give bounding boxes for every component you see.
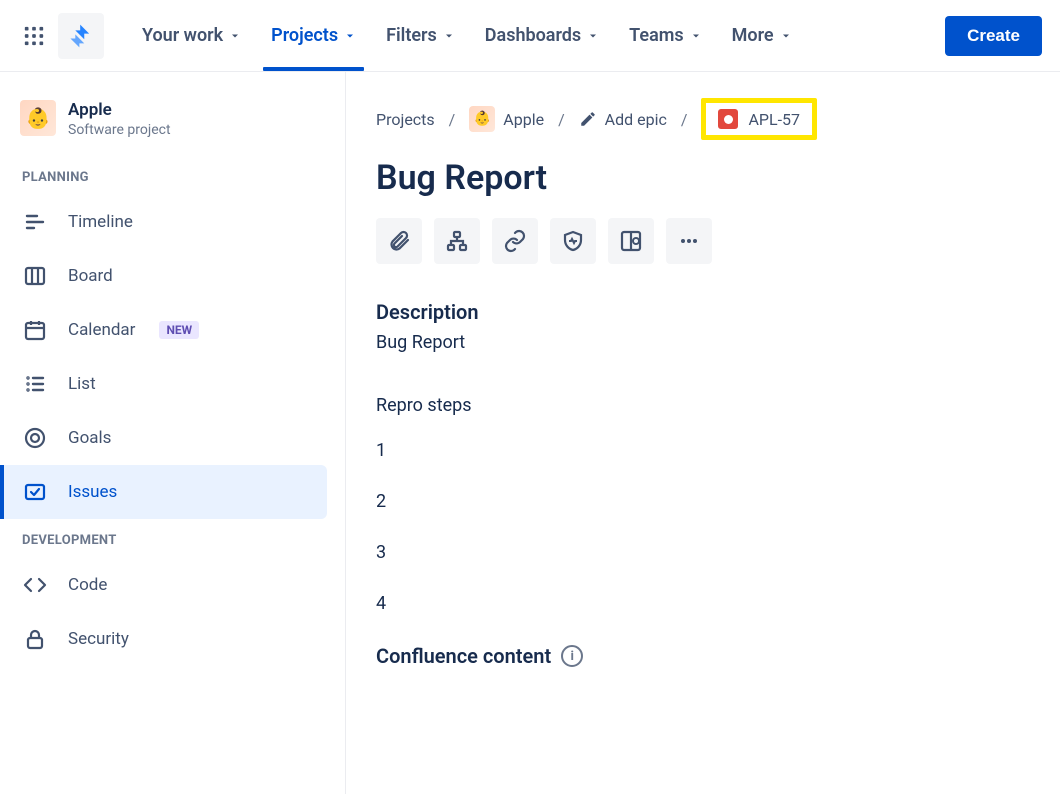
nav-label: Filters [386,25,437,46]
sidebar-item-label: Goals [68,428,111,448]
list-icon [22,371,48,397]
goals-icon [22,425,48,451]
sidebar-item-label: Issues [68,482,117,502]
lock-icon [22,626,48,652]
app-switcher[interactable] [18,20,50,52]
description-text[interactable]: Bug Report [376,332,1030,353]
project-name: Apple [68,100,171,120]
nav-label: More [732,25,774,46]
sidebar-item-board[interactable]: Board [0,249,345,303]
nav-dashboards[interactable]: Dashboards [485,17,599,54]
issue-title[interactable]: Bug Report [376,158,1030,198]
nav-teams[interactable]: Teams [629,17,702,54]
issues-icon [22,479,48,505]
chevron-down-icon [229,30,241,42]
project-subtitle: Software project [68,122,171,138]
sidebar: 👶 Apple Software project PLANNING Timeli… [0,72,346,794]
description-heading: Description [376,300,1030,324]
board-icon [22,263,48,289]
nav-projects[interactable]: Projects [271,17,356,54]
repro-step[interactable]: 2 [376,491,1030,512]
chevron-down-icon [443,30,455,42]
new-badge: NEW [159,321,199,339]
breadcrumb-add-epic-label: Add epic [605,110,667,129]
chevron-down-icon [344,30,356,42]
project-avatar: 👶 [20,100,56,136]
shapes-icon [619,229,643,253]
product-logo[interactable] [58,13,104,59]
breadcrumb-sep: / [681,110,688,129]
attachment-icon [387,229,411,253]
project-header[interactable]: 👶 Apple Software project [0,100,345,156]
issue-content: Projects / 👶 Apple / Add epic / APL-57 B… [346,72,1060,794]
jira-icon [68,23,94,49]
nav-label: Projects [271,25,338,46]
hierarchy-icon [445,229,469,253]
issue-actions [376,218,1030,264]
design-action-button[interactable] [608,218,654,264]
more-actions-button[interactable] [666,218,712,264]
breadcrumb-add-epic[interactable]: Add epic [579,110,667,129]
section-planning: PLANNING [0,156,345,195]
link-icon [503,229,527,253]
sidebar-item-label: List [68,374,96,394]
chevron-down-icon [587,30,599,42]
chevron-down-icon [780,30,792,42]
section-development: DEVELOPMENT [0,519,345,558]
sidebar-item-list[interactable]: List [0,357,345,411]
breadcrumbs: Projects / 👶 Apple / Add epic / APL-57 [376,98,1030,140]
pencil-icon [579,110,597,128]
attach-button[interactable] [376,218,422,264]
sidebar-item-label: Board [68,266,113,286]
nav-filters[interactable]: Filters [386,17,455,54]
create-button[interactable]: Create [945,16,1042,56]
more-icon [677,229,701,253]
nav-your-work[interactable]: Your work [142,17,241,54]
repro-step[interactable]: 3 [376,542,1030,563]
sidebar-item-security[interactable]: Security [0,612,345,666]
confluence-section: Confluence content i [376,644,1030,668]
repro-heading: Repro steps [376,395,1030,416]
calendar-icon [22,317,48,343]
nav-items: Your work Projects Filters Dashboards Te… [142,17,792,54]
repro-step[interactable]: 1 [376,440,1030,461]
repro-step[interactable]: 4 [376,593,1030,614]
sidebar-item-goals[interactable]: Goals [0,411,345,465]
shield-action-button[interactable] [550,218,596,264]
bug-icon [718,109,738,129]
sidebar-item-label: Security [68,629,129,649]
breadcrumb-sep: / [449,110,456,129]
apps-icon [23,25,45,47]
code-icon [22,572,48,598]
nav-label: Dashboards [485,25,581,46]
breadcrumb-project[interactable]: 👶 Apple [469,106,544,132]
chevron-down-icon [690,30,702,42]
link-button[interactable] [492,218,538,264]
info-icon[interactable]: i [561,645,583,667]
breadcrumb-issue-key-highlighted[interactable]: APL-57 [701,98,817,140]
breadcrumb-project-label: Apple [503,110,544,129]
sidebar-item-label: Timeline [68,212,133,232]
confluence-heading: Confluence content [376,644,551,668]
top-nav: Your work Projects Filters Dashboards Te… [0,0,1060,72]
sidebar-item-code[interactable]: Code [0,558,345,612]
breadcrumb-sep: / [558,110,565,129]
shield-pulse-icon [561,229,585,253]
issue-key: APL-57 [748,110,800,129]
sidebar-item-timeline[interactable]: Timeline [0,195,345,249]
nav-label: Teams [629,25,684,46]
nav-more[interactable]: More [732,17,792,54]
breadcrumb-projects[interactable]: Projects [376,110,435,129]
sidebar-item-label: Code [68,575,107,595]
sidebar-item-calendar[interactable]: Calendar NEW [0,303,345,357]
project-avatar-small: 👶 [469,106,495,132]
sidebar-item-issues[interactable]: Issues [0,465,327,519]
timeline-icon [22,209,48,235]
sidebar-item-label: Calendar [68,320,135,340]
nav-label: Your work [142,25,223,46]
add-child-button[interactable] [434,218,480,264]
